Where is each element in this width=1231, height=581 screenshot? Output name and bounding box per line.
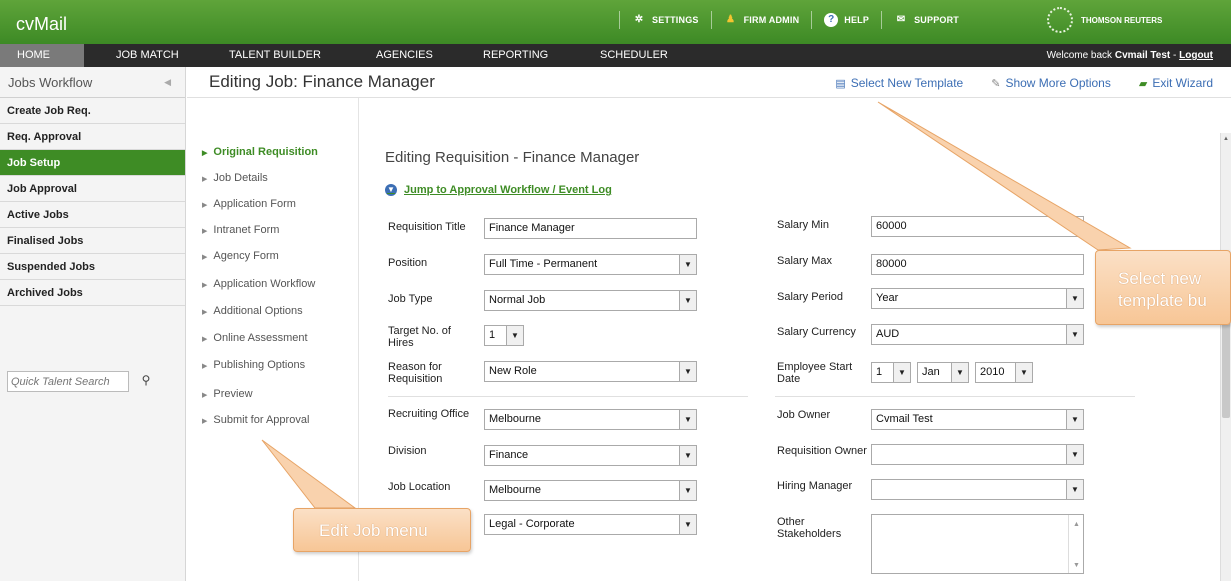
select-template-callout: Select new template bu [1095,250,1231,325]
callout-pointers [261,101,1132,509]
template-callout-pointer [877,101,1132,251]
edit-menu-callout-pointer [261,439,357,509]
edit-job-menu-callout: Edit Job menu [293,508,471,552]
